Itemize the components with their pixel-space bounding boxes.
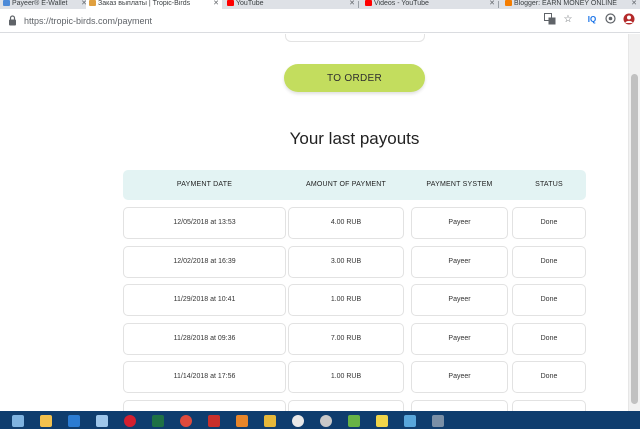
- search-icon[interactable]: [96, 415, 108, 427]
- tab-close-icon[interactable]: ✕: [213, 0, 219, 7]
- cell-payment-system: Payeer: [411, 361, 508, 393]
- cell-status: Done: [512, 361, 586, 393]
- tab-title: Заказ выплаты | Tropic-Birds: [98, 0, 191, 7]
- table-row: 11/28/2018 at 09:36 7.00 RUB Payeer Done: [123, 322, 586, 355]
- opera-icon[interactable]: [124, 415, 136, 427]
- table-row: 12.11.2018 at 18:052.00 RUB Payeer Done: [123, 399, 586, 411]
- cell-amount: 1.00 RUB: [288, 284, 404, 316]
- cell-payment-system: Payeer: [411, 322, 508, 355]
- tab-title: YouTube: [236, 0, 264, 7]
- app-icon[interactable]: [432, 415, 444, 427]
- cell-payment-date: 12/02/2018 at 16:39: [123, 245, 286, 278]
- cell-status: Done: [512, 399, 586, 411]
- tab-blogger[interactable]: Blogger: EARN MONEY ONLINE ✕: [502, 0, 640, 9]
- tab-youtube[interactable]: YouTube ✕: [224, 0, 358, 9]
- table-row: 12/02/2018 at 16:39 3.00 RUB Payeer Done: [123, 245, 586, 278]
- browser-tab-strip: Payeer® E-Wallet ✕ Заказ выплаты | Tropi…: [0, 0, 640, 9]
- tab-close-icon[interactable]: ✕: [489, 0, 495, 7]
- cell-amount: 3.00 RUB: [288, 245, 404, 278]
- tab-title: Blogger: EARN MONEY ONLINE: [514, 0, 617, 7]
- cell-status: Done: [512, 322, 586, 355]
- excel-icon[interactable]: [152, 415, 164, 427]
- cell-amount: 1.00 RUB: [288, 361, 404, 393]
- tab-title: Payeer® E-Wallet: [12, 0, 68, 7]
- cell-amount: 4.00 RUB: [288, 207, 404, 239]
- cell-amount: 2.00 RUB: [288, 399, 404, 411]
- cell-payment-system: Payeer: [411, 245, 508, 278]
- tab-favicon-icon: [3, 0, 10, 6]
- red-app-icon[interactable]: [208, 415, 220, 427]
- blogger-favicon-icon: [505, 0, 512, 6]
- browser-toolbar: https://tropic-birds.com/payment ☆ IQ: [0, 9, 640, 33]
- payouts-table-header: PAYMENT DATE AMOUNT OF PAYMENT PAYMENT S…: [123, 170, 586, 200]
- youtube-favicon-icon: [365, 0, 372, 6]
- tab-separator: [498, 1, 499, 8]
- header-payment-system: PAYMENT SYSTEM: [426, 181, 493, 188]
- cell-payment-system: Payeer: [411, 207, 508, 239]
- address-bar[interactable]: https://tropic-birds.com/payment: [4, 12, 580, 30]
- tab-youtube-videos[interactable]: Videos - YouTube ✕: [362, 0, 498, 9]
- cell-payment-date: 11/14/2018 at 17:56: [123, 361, 286, 393]
- tab-separator: [358, 1, 359, 8]
- tab-payeer[interactable]: Payeer® E-Wallet ✕: [0, 0, 90, 9]
- table-row: 11/14/2018 at 17:56 1.00 RUB Payeer Done: [123, 361, 586, 393]
- notes-icon[interactable]: [376, 415, 388, 427]
- tab-favicon-icon: [89, 0, 96, 6]
- address-url[interactable]: https://tropic-birds.com/payment: [24, 15, 152, 27]
- edge-icon[interactable]: [68, 415, 80, 427]
- lock-icon: [9, 15, 16, 26]
- photo-icon[interactable]: [404, 415, 416, 427]
- table-row: 12/05/2018 at 13:53 4.00 RUB Payeer Done: [123, 207, 586, 239]
- scrollbar-thumb[interactable]: [631, 74, 638, 404]
- header-amount: AMOUNT OF PAYMENT: [305, 181, 386, 188]
- translate-icon[interactable]: [543, 13, 557, 27]
- star-icon[interactable]: ☆: [561, 13, 575, 27]
- account-icon[interactable]: [622, 13, 636, 27]
- to-order-button[interactable]: TO ORDER: [284, 64, 425, 92]
- explorer-icon[interactable]: [40, 415, 52, 427]
- tab-close-icon[interactable]: ✕: [349, 0, 355, 7]
- clock-icon[interactable]: [320, 415, 332, 427]
- cell-payment-date: 11/29/2018 at 10:41: [123, 284, 286, 316]
- header-status: STATUS: [535, 181, 563, 188]
- extension-iq-icon[interactable]: IQ: [585, 13, 599, 27]
- cell-status: Done: [512, 284, 586, 316]
- cell-payment-date: 12/05/2018 at 13:53: [123, 207, 286, 239]
- page-content: TO ORDER Your last payouts PAYMENT DATE …: [0, 34, 628, 411]
- cell-payment-date: 12.11.2018 at 18:05: [123, 399, 286, 411]
- start-icon[interactable]: [12, 415, 24, 427]
- windows-taskbar: [0, 411, 640, 429]
- disc-icon[interactable]: [292, 415, 304, 427]
- cell-amount: 7.00 RUB: [288, 322, 404, 355]
- orange-app-icon[interactable]: [236, 415, 248, 427]
- tab-close-icon[interactable]: ✕: [631, 0, 637, 7]
- cell-status: Done: [512, 207, 586, 239]
- cell-status: Done: [512, 245, 586, 278]
- tab-tropic-birds[interactable]: Заказ выплаты | Tropic-Birds ✕: [86, 0, 222, 9]
- cell-payment-date: 11/28/2018 at 09:36: [123, 322, 286, 355]
- extension-icon[interactable]: [603, 13, 617, 27]
- tab-title: Videos - YouTube: [374, 0, 429, 7]
- header-payment-date: PAYMENT DATE: [176, 181, 233, 188]
- amount-input[interactable]: [285, 34, 425, 42]
- page-scrollbar[interactable]: [628, 34, 640, 411]
- green-app-icon[interactable]: [348, 415, 360, 427]
- chrome-icon[interactable]: [180, 415, 192, 427]
- youtube-favicon-icon: [227, 0, 234, 6]
- table-row: 11/29/2018 at 10:41 1.00 RUB Payeer Done: [123, 284, 586, 316]
- payouts-title: Your last payouts: [289, 129, 420, 148]
- cell-payment-system: Payeer: [411, 284, 508, 316]
- cell-payment-system: Payeer: [411, 399, 508, 411]
- folder-icon[interactable]: [264, 415, 276, 427]
